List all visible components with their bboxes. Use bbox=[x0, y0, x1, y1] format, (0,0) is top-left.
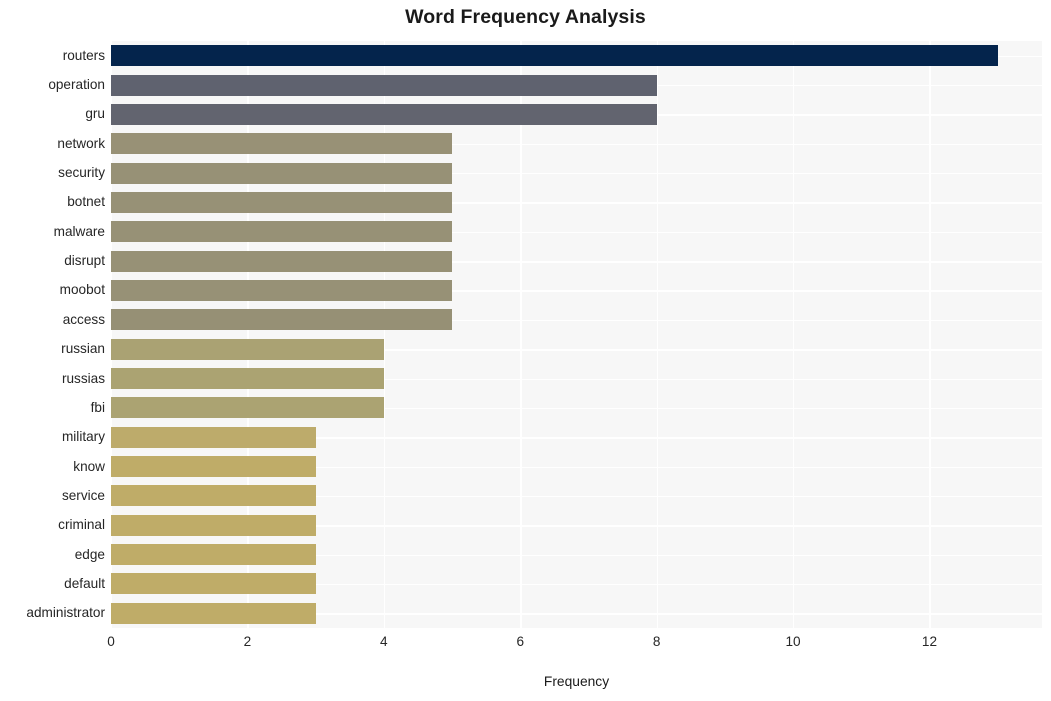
x-axis-tick-label: 6 bbox=[516, 634, 524, 649]
x-axis-tick-label: 2 bbox=[243, 634, 252, 649]
bar bbox=[111, 397, 384, 419]
y-axis-tick-label: know bbox=[73, 458, 105, 474]
y-axis-tick-label: administrator bbox=[26, 605, 105, 621]
bar bbox=[111, 221, 453, 243]
x-gridline bbox=[520, 41, 522, 628]
bar bbox=[111, 74, 657, 96]
y-axis-tick-labels: routers operation gru network security botnet… bbox=[0, 41, 105, 628]
bar bbox=[111, 250, 453, 272]
y-axis-tick-label: default bbox=[64, 575, 105, 591]
y-axis-tick-label: gru bbox=[85, 106, 105, 122]
x-gridline bbox=[247, 41, 249, 628]
x-axis-tick-label: 0 bbox=[107, 634, 115, 649]
x-axis-title: Frequency bbox=[543, 674, 610, 689]
y-axis-tick-label: russias bbox=[61, 370, 105, 386]
x-axis-tick-label: 12 bbox=[921, 634, 938, 649]
bar bbox=[111, 338, 384, 360]
bar bbox=[111, 602, 316, 624]
x-gridline bbox=[929, 41, 931, 628]
x-gridline bbox=[383, 41, 386, 628]
bar bbox=[111, 103, 657, 125]
x-axis-tick-label: 10 bbox=[785, 634, 801, 649]
y-axis-tick-label: edge bbox=[74, 546, 105, 562]
y-axis-tick-label: fbi bbox=[90, 399, 105, 415]
x-axis-tick-label: 4 bbox=[380, 634, 388, 649]
y-axis-tick-label: security bbox=[58, 165, 105, 181]
bar bbox=[111, 456, 316, 478]
bar bbox=[111, 485, 316, 507]
plot-area bbox=[111, 41, 1042, 628]
x-gridline bbox=[793, 41, 795, 628]
bar bbox=[111, 45, 998, 67]
bar bbox=[111, 162, 453, 184]
bar bbox=[111, 368, 384, 390]
y-axis-tick-label: routers bbox=[62, 47, 105, 63]
y-axis-tick-label: russian bbox=[61, 341, 105, 357]
bar bbox=[111, 514, 316, 536]
bar bbox=[111, 309, 453, 331]
chart-figure: Word Frequency Analysis routers operation… bbox=[0, 0, 1051, 701]
y-axis-tick-label: disrupt bbox=[64, 253, 105, 269]
y-axis-tick-label: access bbox=[62, 311, 105, 327]
y-axis-tick-label: botnet bbox=[67, 194, 105, 210]
y-axis-tick-label: service bbox=[61, 487, 105, 503]
x-gridline bbox=[111, 41, 113, 628]
y-axis-tick-label: moobot bbox=[59, 282, 105, 298]
bar bbox=[111, 133, 453, 155]
y-axis-tick-label: operation bbox=[48, 77, 105, 93]
bar bbox=[111, 426, 316, 448]
x-gridline bbox=[656, 41, 659, 628]
bar bbox=[111, 573, 316, 595]
y-axis-tick-label: military bbox=[61, 429, 105, 445]
chart-title: Word Frequency Analysis bbox=[405, 6, 646, 28]
x-axis-tick-labels: 0 2 4 6 8 10 12 bbox=[0, 634, 1051, 656]
y-axis-tick-label: malware bbox=[53, 223, 105, 239]
y-axis-tick-label: criminal bbox=[58, 517, 105, 533]
bar bbox=[111, 191, 453, 213]
bar bbox=[111, 279, 453, 301]
y-axis-tick-label: network bbox=[57, 135, 105, 151]
bar bbox=[111, 544, 316, 566]
x-axis-tick-label: 8 bbox=[652, 634, 661, 649]
